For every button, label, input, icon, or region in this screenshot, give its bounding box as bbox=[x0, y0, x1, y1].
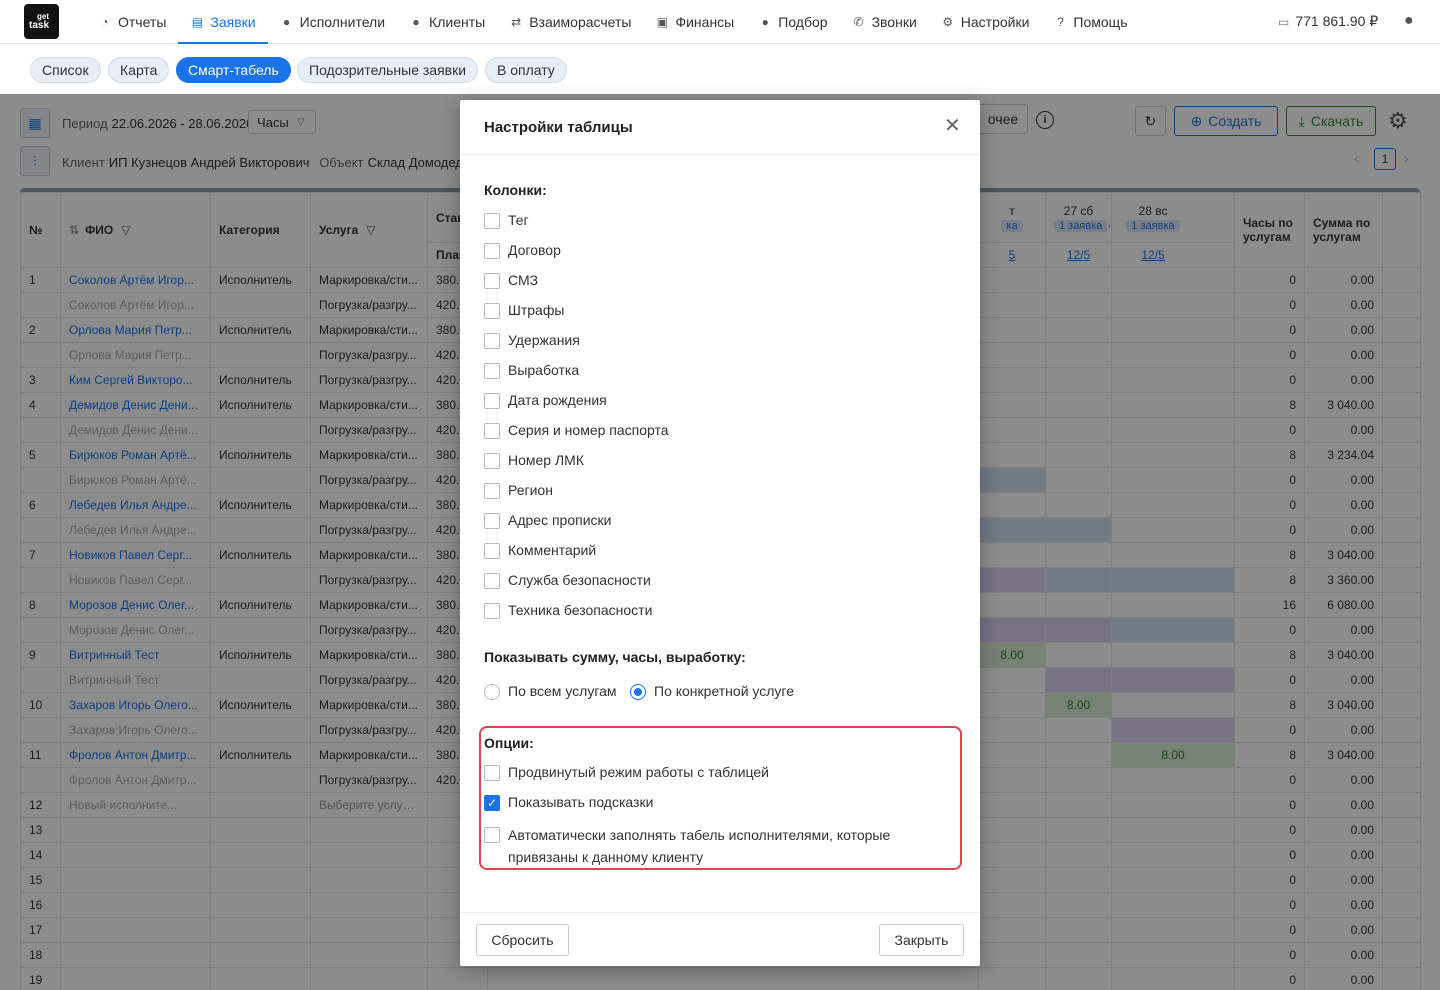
radio-all-services[interactable]: По всем услугам bbox=[484, 683, 617, 700]
close-icon[interactable]: ✕ bbox=[944, 116, 961, 136]
show-sum-title: Показывать сумму, часы, выработку: bbox=[484, 649, 746, 665]
column-option[interactable]: Дата рождения bbox=[484, 392, 607, 409]
checkbox bbox=[484, 765, 500, 781]
radio-button bbox=[484, 684, 500, 700]
radio-specific-service[interactable]: По конкретной услуге bbox=[630, 683, 794, 700]
column-option[interactable]: Штрафы bbox=[484, 302, 564, 319]
checkbox bbox=[484, 573, 500, 589]
column-option[interactable]: СМЗ bbox=[484, 272, 538, 289]
checkbox bbox=[484, 213, 500, 229]
nav-icon: ⇄ bbox=[511, 15, 522, 29]
column-option[interactable]: Регион bbox=[484, 482, 553, 499]
column-option[interactable]: Выработка bbox=[484, 362, 579, 379]
column-option[interactable]: Договор bbox=[484, 242, 561, 259]
nav-icon: ◔ bbox=[101, 15, 109, 29]
balance[interactable]: ▭ 771 861.90 ₽ bbox=[1278, 13, 1378, 30]
checkbox bbox=[484, 333, 500, 349]
checkbox bbox=[484, 483, 500, 499]
checkbox bbox=[484, 827, 500, 843]
checkbox bbox=[484, 603, 500, 619]
top-nav: get task ◔ Отчеты ▤ Заявки ● Исполнители ● Клие… bbox=[0, 0, 1440, 44]
checkbox-checked-icon: ✓ bbox=[484, 795, 500, 811]
nav-item-8[interactable]: ⚙ Настройки bbox=[929, 0, 1042, 44]
user-icon[interactable]: ● bbox=[1404, 12, 1414, 30]
nav-icon: ⚙ bbox=[942, 15, 954, 29]
checkbox bbox=[484, 513, 500, 529]
column-option[interactable]: Номер ЛМК bbox=[484, 452, 584, 469]
gettask-logo[interactable]: get task bbox=[24, 4, 59, 39]
column-option[interactable]: Серия и номер паспорта bbox=[484, 422, 669, 439]
checkbox bbox=[484, 453, 500, 469]
table-settings-modal: Настройки таблицы ✕ Колонки: Тег Договор С… bbox=[460, 100, 980, 966]
options-title: Опции: bbox=[484, 735, 534, 751]
column-option[interactable]: Служба безопасности bbox=[484, 572, 651, 589]
nav-icon: ● bbox=[283, 15, 291, 29]
nav-item-2[interactable]: ● Исполнители bbox=[268, 0, 397, 44]
checkbox bbox=[484, 423, 500, 439]
nav-item-9[interactable]: ? Помощь bbox=[1041, 0, 1139, 44]
tab-list[interactable]: Список bbox=[30, 57, 101, 83]
column-option[interactable]: Комментарий bbox=[484, 542, 596, 559]
nav-icon: ? bbox=[1057, 15, 1064, 29]
nav-item-5[interactable]: ▣ Финансы bbox=[643, 0, 746, 44]
column-option[interactable]: Удержания bbox=[484, 332, 580, 349]
nav-item-3[interactable]: ● Клиенты bbox=[397, 0, 497, 44]
nav-menu: ◔ Отчеты ▤ Заявки ● Исполнители ● Клиенты ⇄ Взаим… bbox=[86, 0, 1140, 44]
option-advanced-mode[interactable]: Продвинутый режим работы с таблицей bbox=[484, 764, 769, 781]
tab-suspicious-requests[interactable]: Подозрительные заявки bbox=[297, 57, 479, 83]
checkbox bbox=[484, 393, 500, 409]
checkbox bbox=[484, 543, 500, 559]
modal-title: Настройки таблицы bbox=[484, 119, 633, 136]
tab-map[interactable]: Карта bbox=[108, 57, 170, 83]
checkbox bbox=[484, 363, 500, 379]
reset-button[interactable]: Сбросить bbox=[476, 924, 569, 956]
tab-smart-timesheet[interactable]: Смарт-табель bbox=[176, 57, 291, 83]
nav-icon: ● bbox=[761, 15, 769, 29]
nav-item-4[interactable]: ⇄ Взаиморасчеты bbox=[497, 0, 643, 44]
tab-to-payment[interactable]: В оплату bbox=[485, 57, 567, 83]
nav-icon: ▣ bbox=[656, 15, 669, 29]
checkbox bbox=[484, 243, 500, 259]
nav-item-6[interactable]: ● Подбор bbox=[746, 0, 839, 44]
nav-item-1[interactable]: ▤ Заявки bbox=[178, 0, 268, 44]
radio-button-checked bbox=[630, 684, 646, 700]
columns-title: Колонки: bbox=[484, 182, 547, 198]
nav-icon: ▤ bbox=[191, 15, 204, 29]
checkbox bbox=[484, 303, 500, 319]
close-button[interactable]: Закрыть bbox=[879, 924, 964, 956]
column-option[interactable]: Тег bbox=[484, 212, 529, 229]
wallet-icon: ▭ bbox=[1278, 15, 1290, 29]
sub-tabs: Список Карта Смарт-табель Подозрительные… bbox=[0, 44, 1440, 94]
checkbox bbox=[484, 273, 500, 289]
option-autofill-executors[interactable]: Автоматически заполнять табель исполните… bbox=[484, 824, 914, 868]
nav-item-7[interactable]: ✆ Звонки bbox=[840, 0, 929, 44]
nav-icon: ● bbox=[412, 15, 420, 29]
option-show-hints[interactable]: ✓ Показывать подсказки bbox=[484, 794, 653, 811]
column-option[interactable]: Техника безопасности bbox=[484, 602, 652, 619]
column-option[interactable]: Адрес прописки bbox=[484, 512, 611, 529]
nav-item-0[interactable]: ◔ Отчеты bbox=[86, 0, 178, 44]
nav-icon: ✆ bbox=[853, 15, 864, 29]
